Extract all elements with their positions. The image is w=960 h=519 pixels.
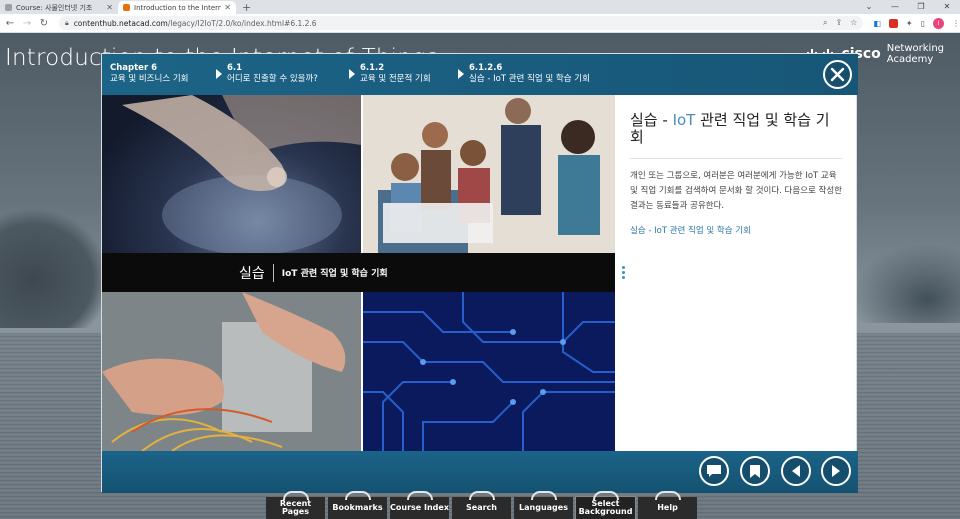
banner-subtitle: IoT 관련 직업 및 학습 기회 <box>281 269 388 279</box>
side-panel-icon[interactable]: ▯ <box>921 19 925 28</box>
background-mountain <box>0 208 110 328</box>
search-button[interactable]: Search <box>452 491 511 519</box>
breadcrumb-arrow-icon <box>458 69 464 79</box>
help-button[interactable]: Help <box>638 491 697 519</box>
tab-favicon-icon <box>123 4 130 11</box>
new-tab-button[interactable]: + <box>236 1 257 14</box>
extensions-area: ◧ ✦ ▯ I ⋮ <box>873 17 960 29</box>
bookmark-icon <box>750 464 760 478</box>
lock-icon: 🔒︎ <box>64 18 69 27</box>
previous-page-button[interactable] <box>781 456 811 486</box>
close-icon <box>830 67 845 82</box>
topic-image-mosaic: 실습 IoT 관련 직업 및 학습 기회 <box>102 95 615 451</box>
breadcrumb-chapter[interactable]: Chapter 6 교육 및 비즈니스 기회 <box>110 63 189 85</box>
modal-header: Chapter 6 교육 및 비즈니스 기회 6.1 어디로 진출할 수 있을까… <box>102 54 858 95</box>
address-bar[interactable]: 🔒︎ contenthub.netacad.com/legacy/I2IoT/2… <box>58 16 864 30</box>
window-controls: ⌄ — ❐ ✕ <box>856 0 960 14</box>
banner-divider <box>272 263 274 282</box>
tab-search-icon[interactable]: ⌄ <box>856 0 882 14</box>
topic-banner: 실습 IoT 관련 직업 및 학습 기회 <box>102 253 615 292</box>
minimize-icon[interactable]: — <box>882 0 908 14</box>
url-text: contenthub.netacad.com/legacy/I2IoT/2.0/… <box>73 18 317 28</box>
tablet-touch-image <box>102 95 361 253</box>
breadcrumb-topic[interactable]: 6.1.2.6 실습 - IoT 관련 직업 및 학습 기회 <box>458 63 590 85</box>
modal-footer <box>102 451 858 493</box>
recent-pages-button[interactable]: Recent Pages <box>266 491 325 519</box>
share-icon[interactable]: ⇪ <box>835 18 842 28</box>
students-group-image <box>363 95 615 253</box>
bookmarks-button[interactable]: Bookmarks <box>328 491 387 519</box>
bookmark-star-icon[interactable]: ☆ <box>850 18 857 28</box>
course-index-button[interactable]: Course Index <box>390 491 449 519</box>
speech-bubble-icon <box>707 465 721 477</box>
breadcrumb-label: 교육 및 비즈니스 기회 <box>110 74 189 84</box>
breadcrumb-subsection[interactable]: 6.1.2 교육 및 전문적 기회 <box>349 63 431 85</box>
forward-arrow-icon[interactable]: → <box>20 18 34 29</box>
breadcrumb-num: 6.1.2.6 <box>469 63 503 73</box>
reload-icon[interactable]: ↻ <box>37 18 51 29</box>
comment-button[interactable] <box>699 456 729 486</box>
breadcrumb-arrow-icon <box>216 69 222 79</box>
browser-tab-strip: Course: 사물인터넷 기초 ✕ Introduction to the I… <box>0 0 960 14</box>
logo-line2: Academy <box>886 54 934 65</box>
computer-repair-hands-image <box>102 292 361 451</box>
tab-title: Introduction to the Internet of <box>134 3 222 12</box>
close-modal-button[interactable] <box>823 60 852 89</box>
circuit-board-image <box>363 292 615 451</box>
panel-resize-handle[interactable] <box>622 266 625 279</box>
next-page-button[interactable] <box>821 456 851 486</box>
breadcrumb-label: 어디로 진출할 수 있을까? <box>227 74 318 84</box>
breadcrumb-num: 6.1 <box>227 63 243 73</box>
triangle-left-icon <box>792 465 800 477</box>
pdf-extension-icon[interactable] <box>888 18 898 28</box>
banner-title: 실습 <box>239 265 265 282</box>
breadcrumb-num: Chapter 6 <box>110 63 158 73</box>
tab-close-icon[interactable]: ✕ <box>106 3 113 12</box>
logo-line1: Networking <box>886 43 944 54</box>
select-background-button[interactable]: Select Background <box>575 491 636 519</box>
profile-avatar[interactable]: I <box>932 17 944 29</box>
topic-title: 실습 - IoT 관련 직업 및 학습 기회 <box>630 111 830 146</box>
content-modal: Chapter 6 교육 및 비즈니스 기회 6.1 어디로 진출할 수 있을까… <box>101 53 858 493</box>
puzzle-extensions-icon[interactable]: ✦ <box>906 19 913 28</box>
menu-kebab-icon[interactable]: ⋮ <box>952 19 960 28</box>
breadcrumb-num: 6.1.2 <box>360 63 385 73</box>
close-window-icon[interactable]: ✕ <box>934 0 960 14</box>
breadcrumb-section[interactable]: 6.1 어디로 진출할 수 있을까? <box>216 63 318 85</box>
breadcrumb-label: 실습 - IoT 관련 직업 및 학습 기회 <box>469 74 590 84</box>
tab-title: Course: 사물인터넷 기초 <box>16 3 93 12</box>
triangle-right-icon <box>832 465 840 477</box>
topic-side-panel: 실습 - IoT 관련 직업 및 학습 기회 개인 또는 그룹으로, 여러분은 … <box>630 112 842 236</box>
browser-tab-introduction[interactable]: Introduction to the Internet of ✕ <box>118 1 236 14</box>
tab-close-icon[interactable]: ✕ <box>224 3 231 12</box>
restore-icon[interactable]: ❐ <box>908 0 934 14</box>
background-mountain <box>850 243 960 323</box>
course-bottom-menu: Recent Pages Bookmarks Course Index Sear… <box>266 491 697 519</box>
browser-tab-course[interactable]: Course: 사물인터넷 기초 ✕ <box>0 1 118 14</box>
title-divider <box>630 158 842 159</box>
zoom-icon[interactable]: ⌕ <box>823 18 827 28</box>
topic-description: 개인 또는 그룹으로, 여러분은 여러분에게 가능한 IoT 교육 및 직업 기… <box>630 171 842 211</box>
translate-extension-icon[interactable]: ◧ <box>873 19 881 28</box>
languages-button[interactable]: Languages <box>514 491 573 519</box>
breadcrumb-label: 교육 및 전문적 기회 <box>360 74 431 84</box>
browser-toolbar: ← → ↻ 🔒︎ contenthub.netacad.com/legacy/I… <box>0 14 960 33</box>
tab-favicon-icon <box>5 4 12 11</box>
bookmark-button[interactable] <box>740 456 770 486</box>
breadcrumb-arrow-icon <box>349 69 355 79</box>
back-arrow-icon[interactable]: ← <box>3 18 17 29</box>
lab-document-link[interactable]: 실습 - IoT 관련 직업 및 학습 기회 <box>630 224 842 236</box>
